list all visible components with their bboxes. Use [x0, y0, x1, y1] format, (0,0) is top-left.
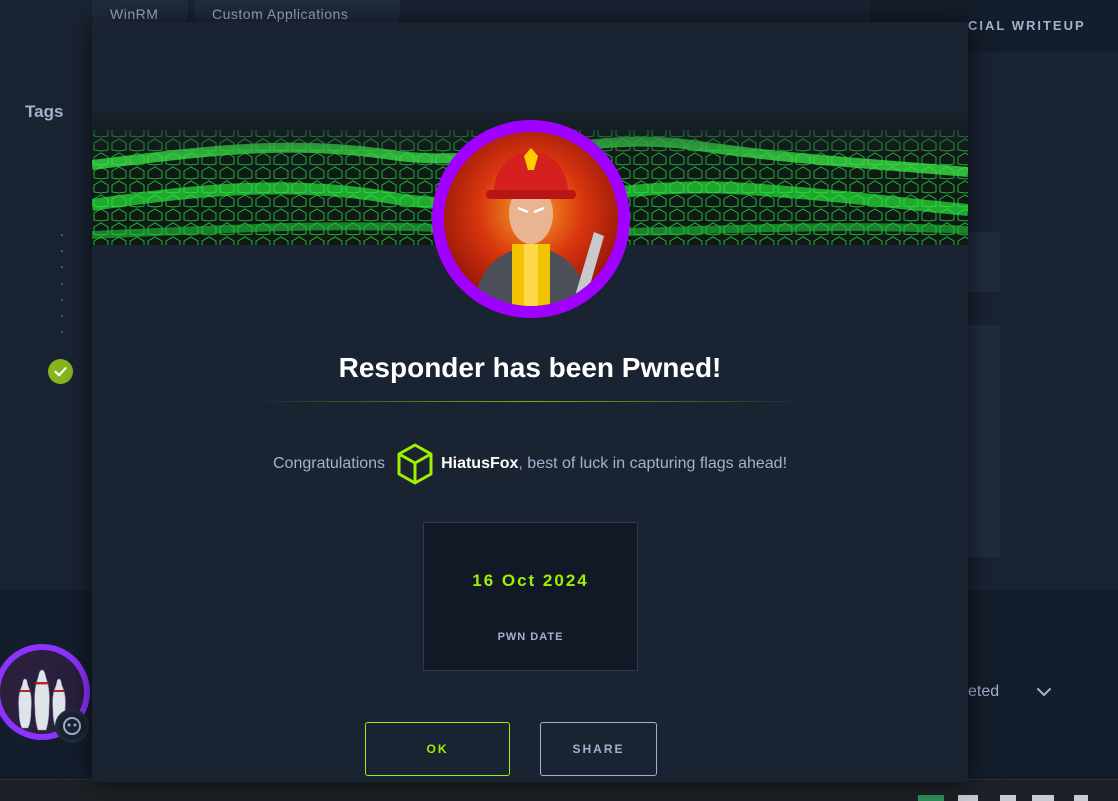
pwned-modal: Responder has been Pwned! Congratulation… — [92, 22, 968, 782]
timeline-dot — [61, 331, 63, 333]
timeline-dot — [61, 315, 63, 317]
tray-volume-icon[interactable] — [1000, 795, 1016, 801]
status-dropdown-label[interactable]: eted — [968, 683, 999, 701]
pwn-date-value: 16 Oct 2024 — [472, 571, 589, 590]
pwn-date-label: PWN DATE — [497, 631, 564, 643]
pwned-title: Responder has been Pwned! — [338, 352, 722, 383]
timeline-dot — [61, 283, 63, 285]
taskbar — [0, 779, 1118, 801]
side-panel — [968, 232, 1000, 292]
app-root: WinRM Custom Applications Tags CIAL WRIT… — [0, 0, 1118, 801]
tags-heading: Tags — [25, 102, 64, 121]
side-panel — [968, 325, 1000, 557]
congrats-prefix: Congratulations — [272, 455, 386, 472]
tray-battery-icon[interactable] — [1032, 795, 1054, 801]
pwn-date-card: 16 Oct 2024 PWN DATE — [423, 522, 638, 671]
tray-network-icon[interactable] — [958, 795, 978, 801]
congrats-message: Congratulations HiatusFox, best of luck i… — [92, 440, 968, 488]
firefighter-avatar — [432, 120, 630, 318]
congrats-suffix: , best of luck in capturing flags ahead! — [518, 455, 788, 472]
timeline-dot — [61, 266, 63, 268]
timeline-dot — [61, 299, 63, 301]
share-button[interactable]: SHARE — [540, 722, 657, 776]
tray-notification-icon[interactable] — [1074, 795, 1088, 801]
badge-icon — [55, 709, 89, 743]
timeline-dot — [61, 250, 63, 252]
check-circle-icon — [48, 359, 73, 384]
timeline-dot — [61, 234, 63, 236]
title-divider — [252, 401, 808, 402]
hack-the-box-cube-icon — [395, 442, 435, 486]
tray-app-icon[interactable] — [918, 795, 944, 801]
ok-button[interactable]: OK — [365, 722, 510, 776]
chevron-down-icon[interactable] — [1034, 682, 1054, 702]
username[interactable]: HiatusFox — [441, 455, 518, 472]
